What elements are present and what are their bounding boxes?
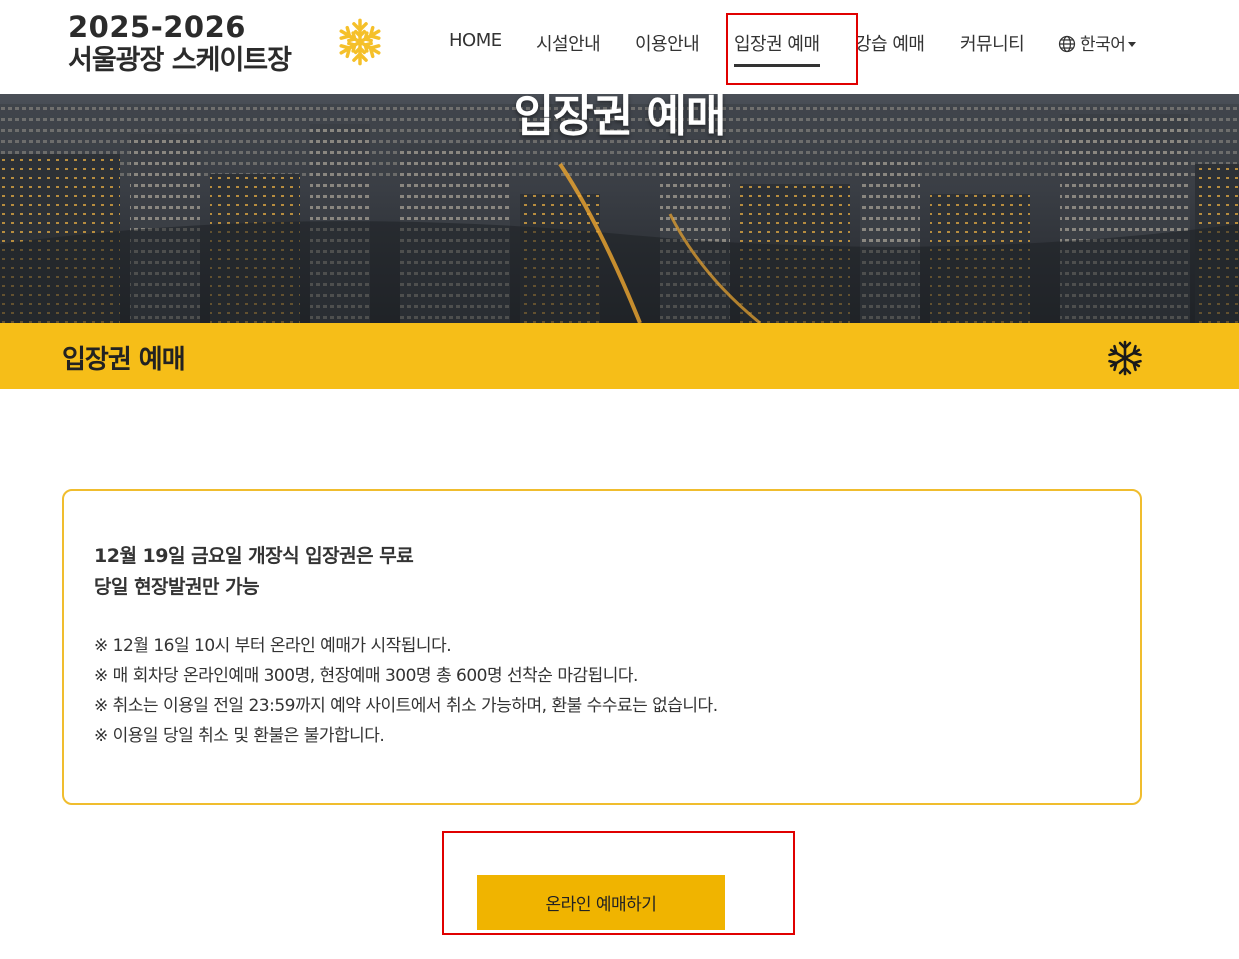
hero-banner: 입장권 예매	[0, 94, 1239, 323]
chevron-down-icon	[1128, 42, 1137, 47]
nav-item-community[interactable]: 커뮤니티	[960, 30, 1025, 56]
highlight-ticket-nav	[726, 13, 858, 85]
list-item: ※ 취소는 이용일 전일 23:59까지 예약 사이트에서 취소 가능하며, 환…	[94, 696, 718, 716]
notice-list: ※ 12월 16일 10시 부터 온라인 예매가 시작됩니다. ※ 매 회차당 …	[94, 631, 718, 751]
page-title: 입장권 예매	[62, 345, 186, 375]
notice-headline: 12월 19일 금요일 개장식 입장권은 무료 당일 현장발권만 가능	[94, 541, 414, 603]
language-selector[interactable]: 한국어	[1058, 30, 1137, 55]
snowflake-icon	[336, 18, 384, 66]
hero-title: 입장권 예매	[513, 94, 727, 142]
page-title-bar: 입장권 예매	[0, 323, 1239, 389]
nav-item-home[interactable]: HOME	[449, 30, 502, 51]
list-item: ※ 이용일 당일 취소 및 환불은 불가합니다.	[94, 726, 385, 746]
list-item: ※ 매 회차당 온라인예매 300명, 현장예매 300명 총 600명 선착순…	[94, 666, 638, 686]
globe-icon	[1058, 35, 1076, 53]
list-item: ※ 12월 16일 10시 부터 온라인 예매가 시작됩니다.	[94, 636, 452, 656]
language-label: 한국어	[1080, 35, 1126, 55]
notice-headline-line-2: 당일 현장발권만 가능	[94, 576, 260, 598]
nav-item-lesson-booking[interactable]: 강습 예매	[855, 30, 925, 56]
notice-box: 12월 19일 금요일 개장식 입장권은 무료 당일 현장발권만 가능 ※ 12…	[62, 489, 1142, 805]
nav-item-usage[interactable]: 이용안내	[635, 30, 700, 56]
online-booking-button[interactable]: 온라인 예매하기	[477, 875, 725, 930]
notice-headline-line-1: 12월 19일 금요일 개장식 입장권은 무료	[94, 545, 414, 567]
site-header: 2025-2026 서울광장 스케이트장 HOME 시설안내 이용안내 입장권 …	[0, 0, 1239, 94]
nav-item-facility[interactable]: 시설안내	[536, 30, 601, 56]
site-logo[interactable]: 2025-2026 서울광장 스케이트장	[68, 10, 398, 82]
snowflake-icon	[1107, 340, 1143, 376]
